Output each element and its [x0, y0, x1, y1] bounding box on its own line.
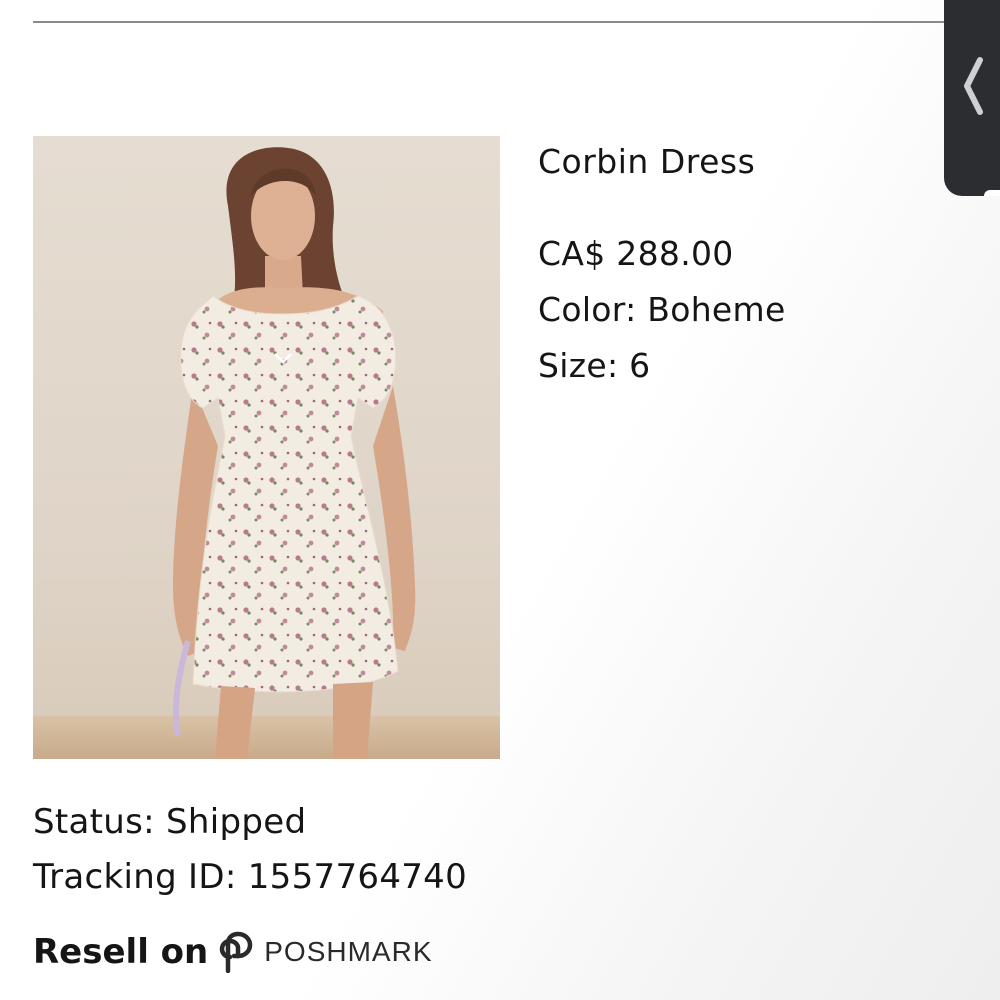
tracking-id[interactable]: Tracking ID: 1557764740: [33, 857, 467, 897]
resell-on-poshmark-link[interactable]: Resell on POSHMARK: [33, 928, 433, 976]
poshmark-logo-icon: [219, 931, 253, 973]
resell-label: Resell on: [33, 932, 209, 972]
side-panel-tab[interactable]: [944, 0, 1000, 196]
product-color: Color: Boheme: [538, 290, 786, 329]
poshmark-wordmark: POSHMARK: [264, 936, 433, 967]
product-image[interactable]: [33, 136, 500, 759]
product-price: CA$ 288.00: [538, 234, 734, 273]
product-title: Corbin Dress: [538, 142, 756, 181]
tab-notch: [984, 190, 1000, 196]
order-status: Status: Shipped: [33, 802, 307, 842]
top-divider: [33, 21, 973, 23]
product-photo-graphic: [33, 147, 500, 759]
chevron-left-icon: [964, 57, 983, 115]
product-size: Size: 6: [538, 346, 651, 385]
